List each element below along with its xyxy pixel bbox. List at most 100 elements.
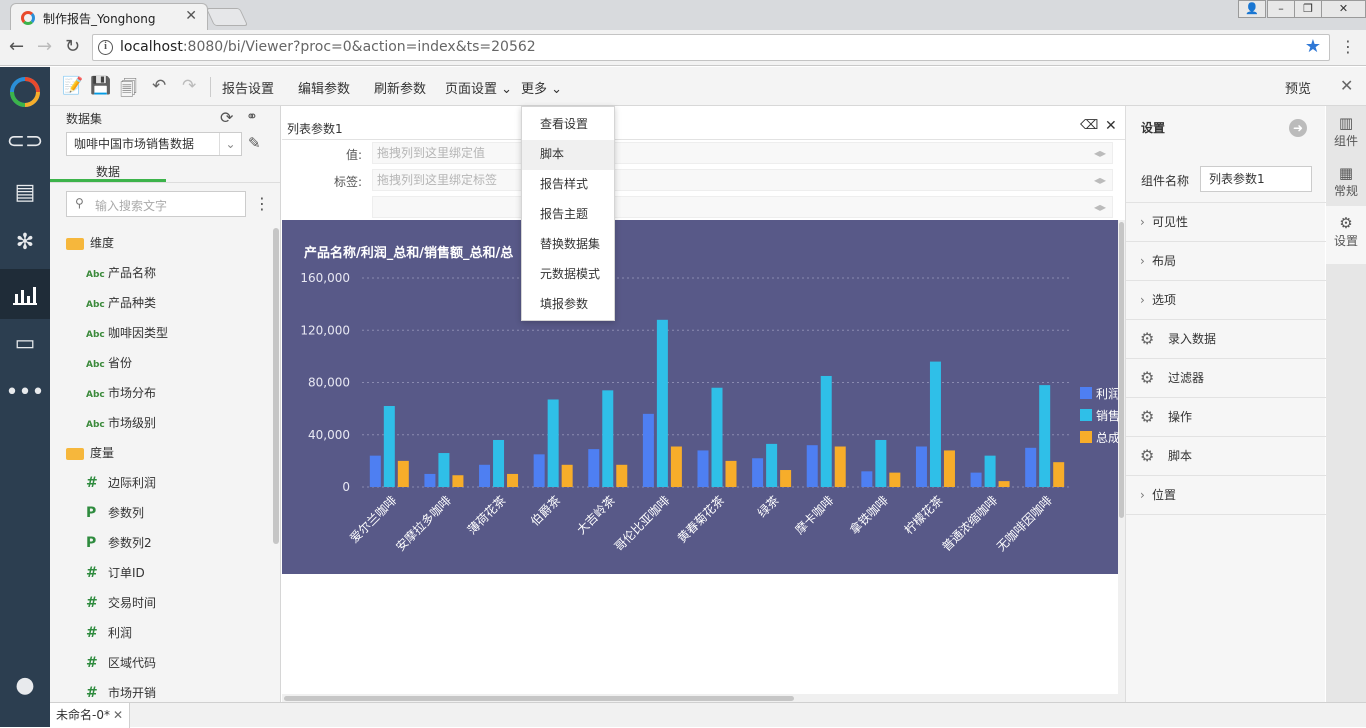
toolbar-divider [210,77,211,97]
x-tick-label: 哥伦比亚咖啡 [611,493,673,555]
forward-icon[interactable]: → [37,36,52,57]
dimension-field[interactable]: Abc 产品名称 [50,258,272,288]
dimension-field[interactable]: Abc 省份 [50,348,272,378]
text-type-icon: Abc [86,420,105,430]
search-input[interactable]: ⚲ 输入搜索文字 [66,191,246,217]
link-datasets-icon[interactable]: ⚭ [246,109,258,125]
measure-group[interactable]: 度量 [50,438,272,468]
save-as-icon[interactable]: 🗐 [120,76,137,105]
user-icon[interactable]: 👤 [1238,0,1266,18]
value-drop-field[interactable]: 拖拽列到这里绑定值 ◂▸ [372,142,1113,164]
dimension-field[interactable]: Abc 咖啡因类型 [50,318,272,348]
bar-利润 [588,449,600,487]
close-param-icon[interactable]: ✕ [1105,118,1117,134]
tab-settings[interactable]: ⚙ 设置 [1326,206,1366,264]
data-list-icon[interactable]: ▤ [0,168,50,218]
search-icon: ⚲ [75,196,84,210]
vertical-scrollbar[interactable] [1119,222,1124,518]
menu-item[interactable]: 脚本 [522,140,614,170]
refresh-icon[interactable]: ⟳ [220,108,233,127]
menu-item[interactable]: 替换数据集 [522,230,614,260]
dashboard-screen-icon[interactable]: ▭ [0,319,50,369]
refresh-params-button[interactable]: 刷新参数 [374,78,426,97]
bar-总成 [670,446,682,487]
measure-field[interactable]: # 订单ID [50,558,272,588]
x-tick-label: 柠檬花茶 [901,493,946,538]
bottom-file-tabs: 未命名-0* ✕ [50,702,1366,728]
info-icon[interactable]: i [98,40,113,55]
page-settings-button[interactable]: 页面设置 ⌄ [445,78,512,97]
menu-item[interactable]: 报告样式 [522,170,614,200]
bar-销售 [820,375,832,487]
close-editor-icon[interactable]: ✕ [1340,76,1353,95]
tab-close-icon[interactable]: ✕ [185,8,197,24]
settings-section[interactable]: › 位置 [1126,476,1326,515]
model-network-icon[interactable]: ✻ [0,218,50,268]
tag-drop-field[interactable]: 拖拽列到这里绑定标签 ◂▸ [372,169,1113,191]
bar-chart[interactable]: 产品名称/利润_总和/销售额_总和/总 0 40,000 80,000 120,000 1… [282,220,1120,574]
measure-field[interactable]: P 参数列 [50,498,272,528]
y-tick-label: 40,000 [308,428,350,442]
more-button[interactable]: 更多 ⌄ [521,78,562,97]
bar-总成 [943,450,955,487]
measure-field[interactable]: # 区域代码 [50,648,272,678]
minimize-button[interactable]: – [1267,0,1295,18]
measure-field[interactable]: P 参数列2 [50,528,272,558]
report-chart-icon[interactable] [0,269,50,319]
settings-panel: 设置 ➜ 组件名称 列表参数1 › 可见性 › 布局 › 选项 ⚙ 录入数据 ⚙ 过滤器 ⚙ 操作 ⚙ 脚… [1125,106,1326,702]
forward-arrow-icon[interactable]: ➜ [1289,119,1307,137]
redo-icon[interactable]: ↷ [182,76,196,96]
url-input[interactable]: i localhost:8080/bi/Viewer?proc=0&action… [92,34,1330,61]
link-icon[interactable]: ⊂⊃ [0,117,50,167]
dimension-field[interactable]: Abc 市场分布 [50,378,272,408]
list-options-icon[interactable]: ⋮ [254,194,270,213]
settings-section[interactable]: › 布局 [1126,242,1326,281]
settings-section[interactable]: ⚙ 过滤器 [1126,359,1326,398]
close-window-button[interactable]: ✕ [1321,0,1366,18]
dataset-select[interactable]: 咖啡中国市场销售数据 ⌄ [66,132,242,156]
edit-params-button[interactable]: 编辑参数 [298,78,350,97]
horizontal-scrollbar[interactable] [284,696,794,701]
component-name-input[interactable]: 列表参数1 [1200,166,1312,192]
user-avatar-icon[interactable]: ● [0,661,50,711]
reload-icon[interactable]: ↻ [65,36,80,57]
new-tab-button[interactable] [205,8,249,26]
settings-section[interactable]: › 可见性 [1126,203,1326,242]
menu-item[interactable]: 元数据模式 [522,260,614,290]
panel-scrollbar[interactable] [273,228,279,544]
menu-item[interactable]: 报告主题 [522,200,614,230]
chevron-right-icon: › [1140,254,1145,268]
report-settings-button[interactable]: 报告设置 [222,78,274,97]
measure-field[interactable]: # 边际利润 [50,468,272,498]
browser-tab[interactable]: 制作报告_Yonghong ✕ [10,3,208,30]
settings-section[interactable]: › 选项 [1126,281,1326,320]
settings-section[interactable]: ⚙ 脚本 [1126,437,1326,476]
measure-field[interactable]: # 利润 [50,618,272,648]
gear-icon: ⚙ [1339,214,1353,232]
chevron-down-icon: ⌄ [501,82,513,97]
restore-button[interactable]: ❐ [1294,0,1322,18]
undo-icon[interactable]: ↶ [152,76,166,96]
dimension-field[interactable]: Abc 市场级别 [50,408,272,438]
more-dots-icon[interactable]: ••• [0,368,50,418]
file-tab[interactable]: 未命名-0* ✕ [50,703,130,728]
dimension-field[interactable]: Abc 产品种类 [50,288,272,318]
bookmark-star-icon[interactable]: ★ [1305,36,1321,57]
back-icon[interactable]: ← [9,36,24,57]
preview-button[interactable]: 预览 [1285,78,1311,97]
measure-field[interactable]: # 交易时间 [50,588,272,618]
new-report-icon[interactable]: 📝 [62,76,83,96]
empty-param-field[interactable]: ◂▸ [372,196,1113,218]
settings-section[interactable]: ⚙ 录入数据 [1126,320,1326,359]
menu-item[interactable]: 填报参数 [522,290,614,320]
browser-menu-icon[interactable]: ⋮ [1340,37,1356,56]
x-tick-label: 拿铁咖啡 [846,493,891,538]
edit-dataset-icon[interactable]: ✎ [248,134,261,152]
save-icon[interactable]: 💾 [90,76,111,96]
settings-section[interactable]: ⚙ 操作 [1126,398,1326,437]
dimension-group[interactable]: 维度 [50,228,272,258]
menu-item[interactable]: 查看设置 [522,110,614,140]
value-label: 值: [345,148,362,162]
tab-data[interactable]: 数据 [96,163,120,180]
eraser-icon[interactable]: ⌫ [1080,118,1098,133]
